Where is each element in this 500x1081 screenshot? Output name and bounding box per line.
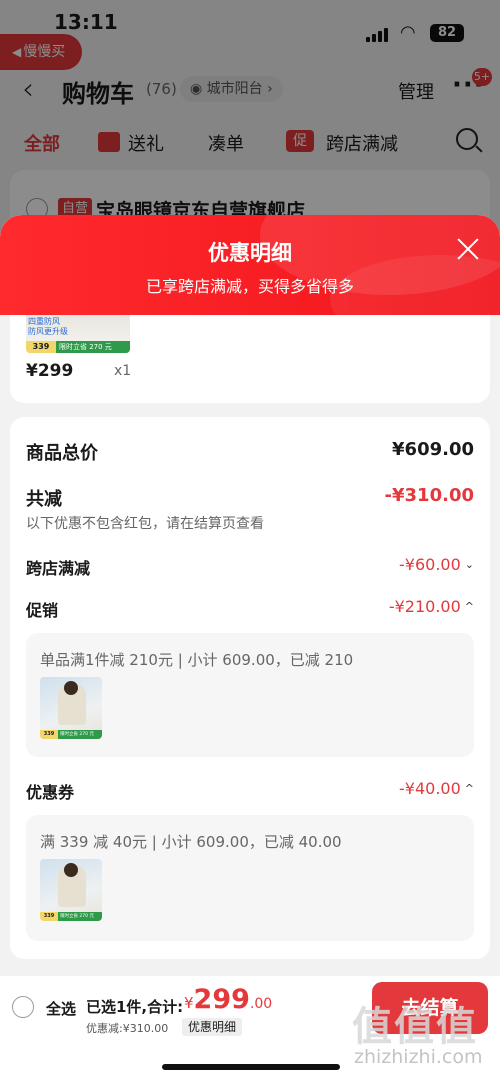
promo-product-thumbnail[interactable]: 339 限时立省 270 元 — [40, 677, 102, 739]
chevron-up-icon[interactable]: ^ — [465, 600, 474, 613]
home-indicator[interactable] — [162, 1064, 340, 1070]
cross-store-value: -¥60.00 — [399, 555, 461, 574]
discount-detail-card: 商品总价 ¥609.00 共减 -¥310.00 以下优惠不包含红包，请在结算页… — [10, 417, 490, 959]
reduce-note: 以下优惠不包含红包，请在结算页查看 — [26, 516, 264, 532]
promo-row[interactable]: 促销 -¥210.00 ^ — [26, 597, 474, 623]
reduce-row: 共减 -¥310.00 以下优惠不包含红包，请在结算页查看 — [26, 485, 474, 535]
thumb-price: 339 — [26, 341, 56, 353]
coupon-value: -¥40.00 — [399, 779, 461, 798]
thumb-text: 四重防风 防风更升级 — [28, 317, 68, 336]
thumb-head — [64, 681, 78, 695]
promo-value-wrap: -¥210.00 ^ — [389, 597, 474, 616]
mini-thumb-tag: 限时立省 270 元 — [58, 730, 102, 739]
thumb-head — [64, 863, 78, 877]
select-all-checkbox[interactable] — [12, 996, 34, 1018]
watermark-logo: 值值值 — [352, 1004, 478, 1050]
reduce-value: -¥310.00 — [384, 485, 474, 506]
mini-thumb-price: 339 — [40, 912, 58, 921]
close-icon[interactable] — [456, 237, 480, 261]
coupon-row[interactable]: 优惠券 -¥40.00 ^ — [26, 779, 474, 805]
promo-panel: 单品满1件减 210元 | 小计 609.00，已减 210 339 限时立省 … — [26, 633, 474, 757]
product-card: 四重防风 防风更升级 339 限时立省 270 元 ¥299 x1 — [10, 315, 490, 403]
mini-thumb-price: 339 — [40, 730, 58, 739]
discount-detail-sheet: 优惠明细 已享跨店满减，买得多省得多 四重防风 防风更升级 339 限时立省 27… — [0, 215, 500, 1081]
selected-summary: 已选1件,合计: — [86, 998, 184, 1016]
watermark-url: zhizhizhi.com — [354, 1046, 483, 1068]
promo-value: -¥210.00 — [388, 597, 461, 616]
coupon-value-wrap: -¥40.00 ^ — [399, 779, 474, 798]
coupon-label: 优惠券 — [26, 783, 75, 802]
product-price: ¥299 — [26, 361, 74, 381]
thumb-tag: 限时立省 270 元 — [56, 341, 130, 353]
coupon-product-thumbnail[interactable]: 339 限时立省 270 元 — [40, 859, 102, 921]
total-price: ¥299.00 — [184, 984, 273, 1015]
total-label: 商品总价 — [26, 443, 98, 464]
select-all-label[interactable]: 全选 — [46, 998, 76, 1019]
sheet-header: 优惠明细 已享跨店满减，买得多省得多 — [0, 215, 500, 315]
discount-detail-button[interactable]: 优惠明细 — [182, 1018, 243, 1036]
total-row: 商品总价 ¥609.00 — [26, 439, 474, 465]
reduce-label: 共减 — [26, 489, 62, 510]
total-value: ¥609.00 — [392, 439, 474, 460]
coupon-desc: 满 339 减 40元 | 小计 609.00，已减 40.00 — [40, 833, 342, 851]
cross-store-label: 跨店满减 — [26, 559, 91, 578]
product-quantity: x1 — [114, 363, 132, 379]
promo-desc: 单品满1件减 210元 | 小计 609.00，已减 210 — [40, 651, 354, 669]
sheet-title: 优惠明细 — [208, 241, 292, 265]
promo-label: 促销 — [26, 601, 59, 620]
chevron-up-icon[interactable]: ^ — [465, 782, 474, 795]
cross-store-value-wrap: -¥60.00 ⌄ — [399, 555, 474, 574]
product-thumbnail[interactable]: 四重防风 防风更升级 339 限时立省 270 元 — [26, 315, 130, 353]
watermark: 值值值 zhizhizhi.com — [342, 990, 500, 1080]
discount-summary: 优惠减:¥310.00 — [86, 1022, 169, 1035]
sheet-subtitle: 已享跨店满减，买得多省得多 — [145, 277, 354, 296]
mini-thumb-tag: 限时立省 270 元 — [58, 912, 102, 921]
coupon-panel: 满 339 减 40元 | 小计 609.00，已减 40.00 339 限时立… — [26, 815, 474, 941]
cross-store-row[interactable]: 跨店满减 -¥60.00 ⌄ — [26, 555, 474, 581]
chevron-down-icon[interactable]: ⌄ — [465, 558, 474, 571]
